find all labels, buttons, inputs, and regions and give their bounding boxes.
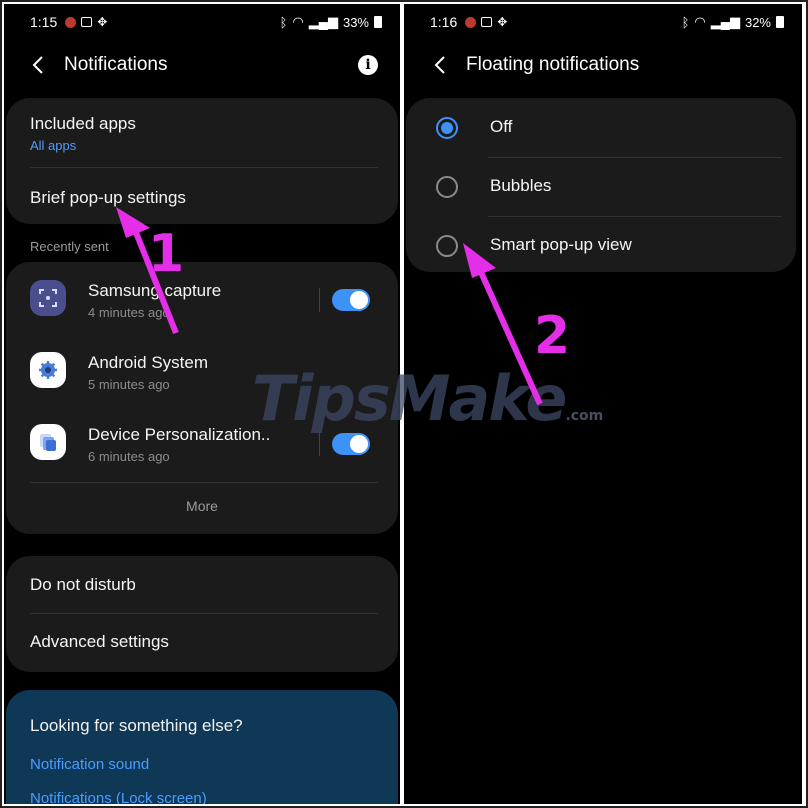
gallery-icon [481, 17, 493, 27]
divider [488, 216, 782, 217]
notifications-lock-screen-link[interactable]: Notifications (Lock screen) [30, 790, 207, 804]
app-time: 5 minutes ago [88, 377, 170, 392]
dnd-advanced-card: Do not disturb Advanced settings [6, 556, 398, 672]
divider [30, 482, 378, 483]
included-apps-label: Included apps [30, 114, 136, 133]
advanced-settings-label: Advanced settings [30, 632, 169, 651]
brief-popup-settings-label: Brief pop-up settings [30, 188, 186, 207]
annotation-step-2: 2 [534, 306, 571, 366]
looking-for-something-card: Looking for something else? Notification… [6, 690, 398, 804]
app-bar: Floating notifications [428, 48, 780, 82]
device-personalization-icon [30, 424, 66, 460]
battery-percent: 33% [342, 14, 369, 30]
wifi-icon: ◠ [292, 14, 304, 29]
separator [319, 432, 320, 456]
back-arrow-icon [32, 56, 43, 74]
bluetooth-icon: ᛒ [279, 14, 288, 30]
divider [488, 157, 782, 158]
option-smart-popup-label[interactable]: Smart pop-up view [490, 235, 632, 255]
looking-question: Looking for something else? [30, 716, 243, 735]
status-bar: 1:16 ✥ ᛒ ◠ ▂▄▆ 32% [430, 12, 784, 32]
battery-icon [374, 16, 382, 28]
app-notification-icon [65, 16, 77, 28]
notifications-screen: 1:15 ✥ ᛒ ◠ ▂▄▆ 33% Notifications i Inclu… [4, 4, 400, 804]
separator [319, 288, 320, 312]
floating-options-card: Off Bubbles Smart pop-up view [406, 98, 796, 272]
wifi-icon: ◠ [694, 14, 706, 29]
accessibility-icon: ✥ [97, 15, 108, 29]
battery-percent: 32% [744, 14, 771, 30]
back-button[interactable] [26, 53, 50, 77]
accessibility-icon: ✥ [497, 15, 508, 29]
device-personalization-toggle[interactable] [332, 433, 370, 455]
info-icon[interactable]: i [358, 55, 378, 75]
included-apps-row[interactable]: Included apps All apps [30, 114, 378, 153]
divider [30, 613, 378, 614]
divider [30, 167, 378, 168]
status-time: 1:15 [30, 14, 58, 30]
do-not-disturb-label: Do not disturb [30, 575, 136, 594]
app-row-android-system[interactable]: Android System 5 minutes ago [88, 353, 378, 392]
do-not-disturb-row[interactable]: Do not disturb [30, 575, 378, 595]
more-button[interactable]: More [6, 498, 398, 514]
status-bar: 1:15 ✥ ᛒ ◠ ▂▄▆ 33% [30, 12, 382, 32]
recently-sent-heading: Recently sent [30, 239, 109, 254]
advanced-settings-row[interactable]: Advanced settings [30, 632, 378, 652]
status-time: 1:16 [430, 14, 458, 30]
option-bubbles-label[interactable]: Bubbles [490, 176, 551, 196]
android-system-icon [30, 352, 66, 388]
notification-sound-link[interactable]: Notification sound [30, 756, 149, 773]
included-apps-card: Included apps All apps Brief pop-up sett… [6, 98, 398, 224]
bluetooth-icon: ᛒ [681, 14, 690, 30]
samsung-capture-toggle[interactable] [332, 289, 370, 311]
recently-sent-card: Samsung capture 4 minutes ago Android Sy… [6, 262, 398, 534]
floating-notifications-screen: 1:16 ✥ ᛒ ◠ ▂▄▆ 32% Floating notification… [404, 4, 802, 804]
app-notification-icon [465, 16, 477, 28]
signal-icon: ▂▄▆ [710, 14, 740, 29]
page-title: Floating notifications [466, 54, 640, 75]
included-apps-value: All apps [30, 138, 77, 153]
radio-smart-popup[interactable] [436, 235, 458, 257]
signal-icon: ▂▄▆ [308, 14, 338, 29]
page-title: Notifications [64, 54, 168, 75]
samsung-capture-icon [30, 280, 66, 316]
battery-icon [776, 16, 784, 28]
back-button[interactable] [428, 53, 452, 77]
back-arrow-icon [434, 56, 445, 74]
gallery-icon [81, 17, 93, 27]
app-name: Android System [88, 353, 208, 372]
brief-popup-settings-row[interactable]: Brief pop-up settings [30, 188, 378, 208]
app-bar: Notifications i [26, 48, 378, 82]
radio-off[interactable] [436, 117, 458, 139]
annotation-step-1: 1 [148, 224, 185, 284]
radio-bubbles[interactable] [436, 176, 458, 198]
option-off-label[interactable]: Off [490, 117, 512, 137]
